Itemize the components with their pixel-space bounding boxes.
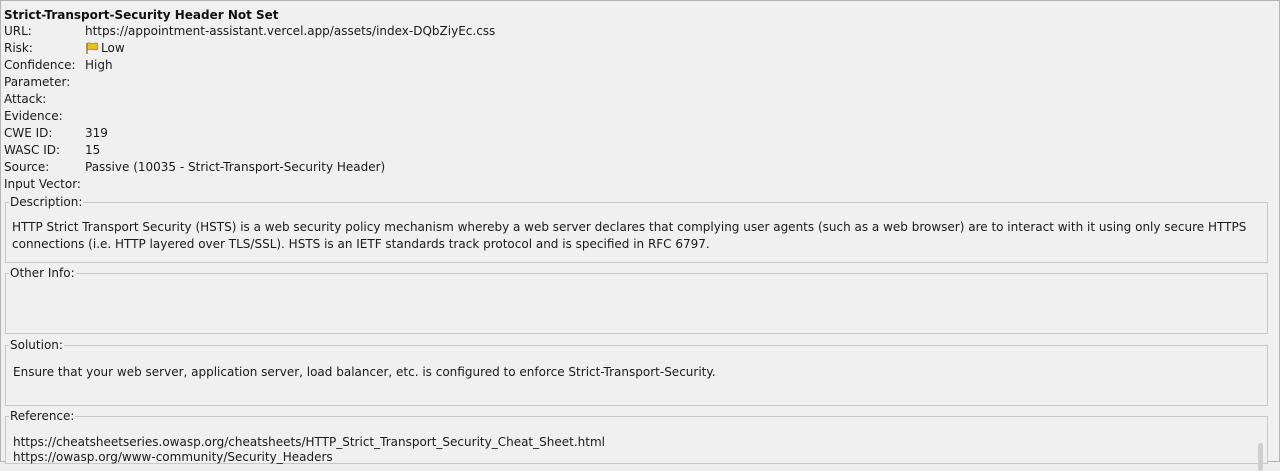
other-info-label: Other Info: <box>10 266 75 280</box>
yellow-flag-icon <box>86 42 98 54</box>
description-text: HTTP Strict Transport Security (HSTS) is… <box>12 220 1247 251</box>
solution-box[interactable]: Solution: Ensure that your web server, a… <box>5 338 1268 406</box>
cwe-id-value[interactable]: 319 <box>85 125 108 142</box>
reference-link[interactable]: https://cheatsheetseries.owasp.org/cheat… <box>13 435 1253 450</box>
reference-link[interactable]: https://owasp.org/www-community/Security… <box>13 450 1253 465</box>
reference-label: Reference: <box>10 409 75 423</box>
field-wasc-id: WASC ID: 15 <box>4 142 100 159</box>
solution-label: Solution: <box>10 338 63 352</box>
description-label: Description: <box>10 195 83 209</box>
field-label: Parameter: <box>4 75 71 89</box>
field-confidence: Confidence: High <box>4 57 113 74</box>
description-box[interactable]: Description: HTTP Strict Transport Secur… <box>5 195 1268 263</box>
field-parameter: Parameter: <box>4 74 85 91</box>
field-label: Evidence: <box>4 109 63 123</box>
field-label: Source: <box>4 160 50 174</box>
field-label: URL: <box>4 24 32 38</box>
alert-title: Strict-Transport-Security Header Not Set <box>4 8 279 22</box>
alert-details-panel: Strict-Transport-Security Header Not Set… <box>0 0 1280 471</box>
solution-text: Ensure that your web server, application… <box>13 365 716 379</box>
wasc-id-value[interactable]: 15 <box>85 142 100 159</box>
source-value: Passive (10035 - Strict-Transport-Securi… <box>85 160 386 174</box>
url-value[interactable]: https://appointment-assistant.vercel.app… <box>85 23 495 40</box>
reference-scrollbar[interactable] <box>1258 443 1263 471</box>
field-cwe-id: CWE ID: 319 <box>4 125 108 142</box>
reference-text: https://cheatsheetseries.owasp.org/cheat… <box>13 435 1253 465</box>
field-label: Attack: <box>4 92 47 106</box>
field-input-vector: Input Vector: <box>4 176 85 193</box>
field-label: WASC ID: <box>4 143 61 157</box>
risk-value: Low <box>101 41 125 55</box>
field-label: Input Vector: <box>4 177 81 191</box>
field-source: Source: Passive (10035 - Strict-Transport… <box>4 159 385 176</box>
field-attack: Attack: <box>4 91 85 108</box>
other-info-box[interactable]: Other Info: <box>5 266 1268 334</box>
field-label: Confidence: <box>4 58 76 72</box>
field-risk: Risk: Low <box>4 40 125 57</box>
confidence-value: High <box>85 58 113 72</box>
field-evidence: Evidence: <box>4 108 85 125</box>
reference-box[interactable]: Reference: https://cheatsheetseries.owas… <box>5 409 1268 471</box>
field-url: URL: https://appointment-assistant.vercel… <box>4 23 495 40</box>
risk-value-wrap: Low <box>85 40 125 57</box>
field-label: CWE ID: <box>4 126 53 140</box>
field-label: Risk: <box>4 41 33 55</box>
